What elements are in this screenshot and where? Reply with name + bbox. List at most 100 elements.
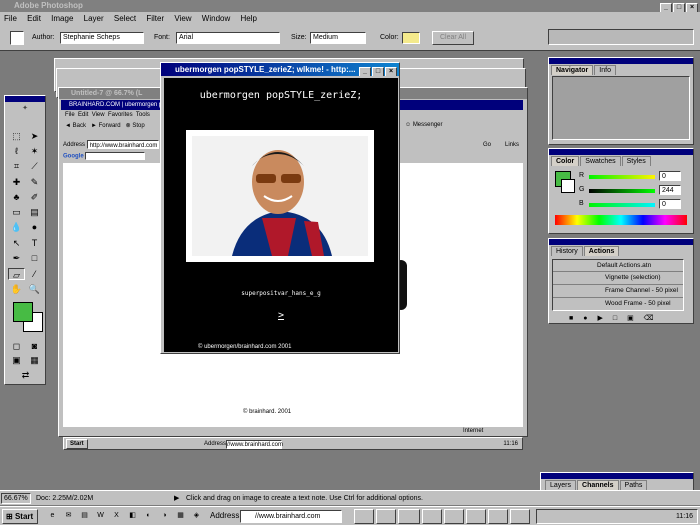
tab-styles[interactable]: Styles: [621, 156, 651, 166]
type-tool-icon[interactable]: T: [26, 237, 43, 249]
hand-tool-icon[interactable]: ✋: [8, 283, 25, 295]
action-item[interactable]: Wood Frame - 50 pixel: [553, 298, 683, 311]
font-select[interactable]: Arial: [176, 32, 280, 44]
menu-window[interactable]: Window: [202, 14, 230, 23]
task-button[interactable]: [466, 509, 486, 524]
tab-history[interactable]: History: [551, 246, 583, 256]
taskbar-address-input[interactable]: //www.brainhard.com: [240, 510, 342, 523]
forward-button[interactable]: ► Forward: [91, 123, 121, 129]
slice-tool-icon[interactable]: ⟋: [26, 160, 43, 172]
lasso-tool-icon[interactable]: ℓ: [8, 145, 25, 157]
popup-window[interactable]: ubermorgen popSTYLE_zerieZ; wlkme! - htt…: [160, 62, 400, 354]
zoom-tool-icon[interactable]: 🔍: [26, 283, 43, 295]
popup-minimize-button[interactable]: _: [359, 67, 371, 76]
r-slider[interactable]: [589, 175, 655, 179]
browser-menu-edit[interactable]: Edit: [78, 112, 88, 118]
embedded-start-button[interactable]: Start: [66, 439, 88, 449]
eyedropper-tool-icon[interactable]: ⁄: [26, 268, 43, 280]
task-button[interactable]: [510, 509, 530, 524]
notes-tool-icon[interactable]: ▱: [8, 268, 25, 280]
links-button[interactable]: Links: [505, 140, 519, 150]
jump-to-imageready-icon[interactable]: ⇄: [17, 369, 34, 381]
tab-navigator[interactable]: Navigator: [551, 65, 594, 75]
messenger-button[interactable]: ☺ Messenger: [405, 122, 443, 128]
standard-mode-icon[interactable]: ◻: [8, 340, 25, 352]
foreground-color-swatch[interactable]: [13, 302, 33, 322]
quick-mask-icon[interactable]: ◙: [26, 340, 43, 352]
ie-icon[interactable]: e: [46, 510, 59, 523]
google-search-input[interactable]: [85, 152, 146, 160]
blur-tool-icon[interactable]: 💧: [8, 221, 25, 233]
author-field[interactable]: Stephanie Scheps: [60, 32, 144, 44]
crop-tool-icon[interactable]: ⌗: [8, 160, 25, 172]
clear-all-button[interactable]: Clear All: [432, 31, 474, 45]
browser-menu-favorites[interactable]: Favorites: [108, 112, 133, 118]
outlook-icon[interactable]: ✉: [62, 510, 75, 523]
browser-menu-tools[interactable]: Tools: [136, 112, 150, 118]
toolbox-titlebar[interactable]: [5, 96, 45, 102]
task-button[interactable]: [354, 509, 374, 524]
magic-wand-tool-icon[interactable]: ✶: [26, 145, 43, 157]
popup-next-link[interactable]: >: [164, 310, 398, 321]
back-button[interactable]: ◄ Back: [65, 123, 86, 129]
note-tool-icon[interactable]: [10, 31, 24, 45]
app-icon[interactable]: ◐: [142, 510, 155, 523]
action-item[interactable]: Frame Channel - 50 pixel: [553, 285, 683, 298]
eraser-tool-icon[interactable]: ▭: [8, 206, 25, 218]
brush-tool-icon[interactable]: ✎: [26, 176, 43, 188]
browser-menu-view[interactable]: View: [92, 112, 105, 118]
actions-buttons[interactable]: ■●▶□▣⌫: [569, 314, 664, 322]
color-ramp[interactable]: [555, 215, 687, 225]
app-icon[interactable]: ◈: [190, 510, 203, 523]
menu-file[interactable]: File: [4, 14, 17, 23]
explorer-icon[interactable]: ▤: [78, 510, 91, 523]
popup-maximize-button[interactable]: □: [372, 67, 384, 76]
size-select[interactable]: Medium: [310, 32, 366, 44]
menu-image[interactable]: Image: [51, 14, 73, 23]
fullscreen-mode-icon[interactable]: ▦: [26, 354, 43, 366]
r-value[interactable]: 0: [659, 171, 681, 181]
go-button[interactable]: Go: [483, 140, 491, 150]
note-color-swatch[interactable]: [402, 32, 420, 44]
tab-paths[interactable]: Paths: [619, 480, 648, 490]
history-brush-tool-icon[interactable]: ✐: [26, 191, 43, 203]
dodge-tool-icon[interactable]: ●: [26, 221, 43, 233]
tab-layers[interactable]: Layers: [545, 480, 577, 490]
screen-mode-icon[interactable]: ▣: [8, 354, 25, 366]
browser-menu-file[interactable]: File: [65, 112, 75, 118]
b-value[interactable]: 0: [659, 199, 681, 209]
healing-brush-tool-icon[interactable]: ✚: [8, 176, 25, 188]
menu-help[interactable]: Help: [240, 14, 256, 23]
app-icon[interactable]: ▦: [174, 510, 187, 523]
shape-tool-icon[interactable]: □: [26, 252, 43, 264]
b-slider[interactable]: [589, 203, 655, 207]
menu-select[interactable]: Select: [114, 14, 136, 23]
path-selection-tool-icon[interactable]: ↖: [8, 237, 25, 249]
g-value[interactable]: 244: [659, 185, 681, 195]
action-item[interactable]: Vignette (selection): [553, 272, 683, 285]
popup-close-button[interactable]: ×: [385, 67, 397, 76]
menu-edit[interactable]: Edit: [27, 14, 41, 23]
menu-layer[interactable]: Layer: [84, 14, 104, 23]
doc-size[interactable]: Doc: 2.25M/2.02M: [36, 493, 93, 504]
pen-tool-icon[interactable]: ✒: [8, 252, 25, 264]
tab-swatches[interactable]: Swatches: [580, 156, 621, 166]
tab-actions[interactable]: Actions: [583, 246, 620, 256]
move-tool-icon[interactable]: ➤: [26, 130, 43, 142]
menu-view[interactable]: View: [174, 14, 191, 23]
action-item[interactable]: Default Actions.atn: [553, 260, 683, 272]
start-button[interactable]: ⊞ Start: [2, 509, 38, 524]
excel-icon[interactable]: X: [110, 510, 123, 523]
adobe-online-icon[interactable]: ✦: [7, 104, 43, 124]
color-bg-swatch[interactable]: [561, 179, 575, 193]
tab-info[interactable]: Info: [594, 65, 616, 75]
g-slider[interactable]: [589, 189, 655, 193]
tab-color[interactable]: Color: [551, 156, 580, 166]
zoom-field[interactable]: 66.67%: [1, 493, 31, 504]
tab-channels[interactable]: Channels: [577, 480, 619, 490]
stop-button[interactable]: ⊗ Stop: [126, 123, 145, 129]
navigator-preview[interactable]: [552, 76, 690, 140]
word-icon[interactable]: W: [94, 510, 107, 523]
task-button[interactable]: [398, 509, 420, 524]
photoshop-icon[interactable]: ◧: [126, 510, 139, 523]
